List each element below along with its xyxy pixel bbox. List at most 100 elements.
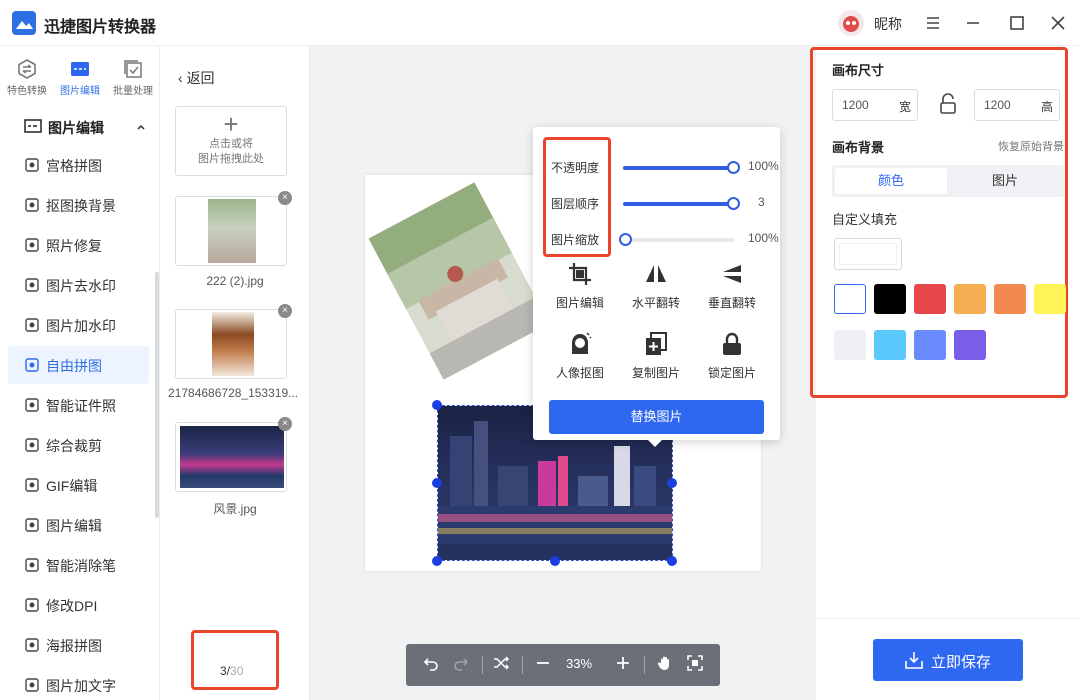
sidebar-item[interactable]: 综合裁剪 xyxy=(8,426,149,464)
shuffle-icon[interactable] xyxy=(490,654,512,679)
zoom-level: 33% xyxy=(566,656,593,671)
tool-label: 复制图片 xyxy=(631,366,680,380)
color-swatch[interactable] xyxy=(874,330,906,360)
slider-fill xyxy=(623,166,735,170)
tool-lock-image[interactable]: 锁定图片 xyxy=(697,331,767,381)
menu-icon[interactable] xyxy=(922,12,944,34)
sidebar-item-label: 自由拼图 xyxy=(46,358,102,374)
mode-tab-label: 图片编辑 xyxy=(60,86,100,97)
maximize-icon[interactable] xyxy=(1006,12,1028,34)
user-nickname[interactable]: 昵称 xyxy=(874,14,902,34)
resize-handle-bottom-left[interactable] xyxy=(432,556,442,566)
sidebar-item[interactable]: 抠图换背景 xyxy=(8,186,149,224)
user-avatar[interactable] xyxy=(838,10,864,36)
mode-tab-label: 特色转换 xyxy=(7,86,47,97)
sidebar-item[interactable]: 海报拼图 xyxy=(8,626,149,664)
color-swatch[interactable] xyxy=(1034,284,1066,314)
remove-file-icon[interactable]: × xyxy=(278,417,292,431)
resize-handle-top-left[interactable] xyxy=(432,400,442,410)
slider-knob[interactable] xyxy=(619,233,632,246)
minimize-icon[interactable] xyxy=(962,12,984,34)
image-edit-icon xyxy=(69,58,91,80)
mode-tab-batch[interactable]: 批量处理 xyxy=(107,58,159,100)
upload-dropzone[interactable]: + 点击或将 图片拖拽此处 xyxy=(175,106,287,176)
slider-knob[interactable] xyxy=(727,161,740,174)
tool-copy-image[interactable]: 复制图片 xyxy=(621,331,691,381)
gif-icon xyxy=(24,477,40,493)
sidebar-item[interactable]: 智能消除笔 xyxy=(8,546,149,584)
plus-icon: + xyxy=(223,109,239,139)
resize-handle-bottom[interactable] xyxy=(550,556,560,566)
color-swatch[interactable] xyxy=(874,284,906,314)
sidebar-item-label: 抠图换背景 xyxy=(46,198,116,214)
color-swatch[interactable] xyxy=(914,330,946,360)
crop-frame-icon xyxy=(567,261,593,287)
highlight-box-page-counter xyxy=(191,630,279,690)
color-swatch[interactable] xyxy=(914,284,946,314)
tool-portrait-cutout[interactable]: 人像抠图 xyxy=(545,331,615,381)
sidebar-item[interactable]: 智能证件照 xyxy=(8,386,149,424)
slider-track[interactable] xyxy=(623,197,740,210)
slider-track[interactable] xyxy=(623,161,740,174)
sidebar-item-label: 图片编辑 xyxy=(46,518,102,534)
resize-handle-right[interactable] xyxy=(667,478,677,488)
sidebar-scrollbar[interactable] xyxy=(155,272,159,518)
sidebar-item[interactable]: 图片去水印 xyxy=(8,266,149,304)
file-thumbnail[interactable]: × xyxy=(175,304,292,379)
sidebar-item[interactable]: 照片修复 xyxy=(8,226,149,264)
resize-handle-left[interactable] xyxy=(432,478,442,488)
remove-file-icon[interactable]: × xyxy=(278,191,292,205)
replace-image-button[interactable]: 替换图片 xyxy=(549,400,764,434)
zoom-out-icon[interactable] xyxy=(532,654,554,679)
flip-vertical-icon xyxy=(719,261,745,287)
color-swatch[interactable] xyxy=(994,284,1026,314)
sidebar-item[interactable]: 修改DPI xyxy=(8,586,149,624)
sidebar-item[interactable]: 自由拼图 xyxy=(8,346,149,384)
redo-icon[interactable] xyxy=(450,654,472,679)
color-swatch[interactable] xyxy=(834,330,866,360)
close-icon[interactable] xyxy=(1047,12,1069,34)
undo-icon[interactable] xyxy=(420,654,442,679)
app-logo xyxy=(12,11,36,35)
remove-file-icon[interactable]: × xyxy=(278,304,292,318)
upload-hint-line1: 点击或将 xyxy=(209,138,253,150)
sidebar-item-label: GIF编辑 xyxy=(46,478,98,494)
mode-tab-convert[interactable]: 特色转换 xyxy=(1,58,53,100)
fit-screen-icon[interactable] xyxy=(684,654,706,679)
tool-label: 锁定图片 xyxy=(707,366,756,380)
canvas-photo-garden[interactable] xyxy=(368,182,550,380)
hand-pan-icon[interactable] xyxy=(654,654,676,679)
eraser-pen-icon xyxy=(24,557,40,573)
color-swatch[interactable] xyxy=(834,284,866,314)
slider-fill xyxy=(623,202,735,206)
color-swatch[interactable] xyxy=(954,330,986,360)
sidebar-item[interactable]: GIF编辑 xyxy=(8,466,149,504)
file-thumbnail[interactable]: × xyxy=(175,191,292,266)
tool-flip-horizontal[interactable]: 水平翻转 xyxy=(621,261,691,311)
slider-value: 100% xyxy=(748,159,779,173)
zoom-in-icon[interactable] xyxy=(612,654,634,679)
save-now-button[interactable]: 立即保存 xyxy=(873,639,1023,681)
file-name: 222 (2).jpg xyxy=(206,274,264,288)
sidebar-item[interactable]: 图片加文字 xyxy=(8,666,149,700)
sidebar-item[interactable]: 图片编辑 xyxy=(8,506,149,544)
slider-track[interactable] xyxy=(619,233,735,246)
sidebar-item[interactable]: 图片加水印 xyxy=(8,306,149,344)
resize-handle-bottom-right[interactable] xyxy=(667,556,677,566)
copy-image-icon xyxy=(643,331,669,357)
mode-tab-image-edit[interactable]: 图片编辑 xyxy=(54,58,106,100)
slider-knob[interactable] xyxy=(727,197,740,210)
add-watermark-icon xyxy=(24,317,40,333)
tool-label: 图片编辑 xyxy=(555,296,604,310)
sidebar-item[interactable]: 宫格拼图 xyxy=(8,146,149,184)
tool-image-edit[interactable]: 图片编辑 xyxy=(545,261,615,311)
toolbar-divider xyxy=(522,656,523,674)
file-list: ‹ 返回 + 点击或将 图片拖拽此处 × 222 (2).jpg × 21784… xyxy=(160,46,310,700)
file-thumbnail[interactable]: × xyxy=(175,417,292,492)
back-button[interactable]: ‹ 返回 xyxy=(178,68,215,88)
tool-flip-vertical[interactable]: 垂直翻转 xyxy=(697,261,767,311)
crop-icon xyxy=(24,437,40,453)
picture-edit-icon xyxy=(24,517,40,533)
color-swatch[interactable] xyxy=(954,284,986,314)
mode-tab-label: 批量处理 xyxy=(113,86,153,97)
